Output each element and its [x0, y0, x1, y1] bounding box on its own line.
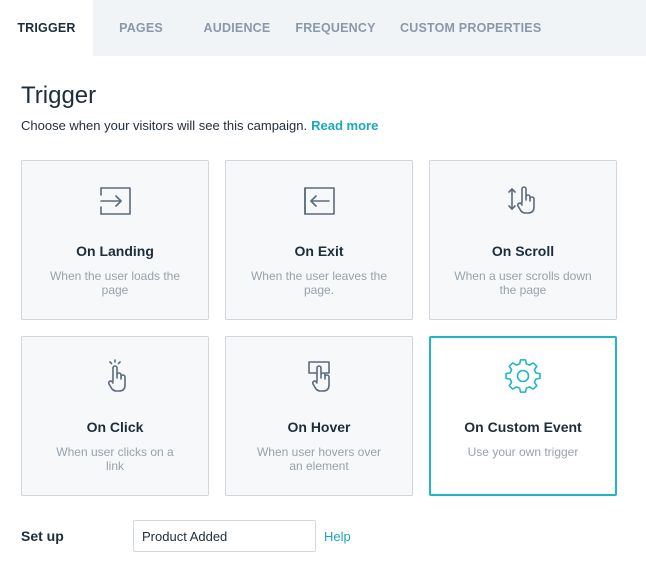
- trigger-card-on-hover[interactable]: On Hover When user hovers over an elemen…: [225, 336, 413, 496]
- trigger-card-on-exit[interactable]: On Exit When the user leaves the page.: [225, 160, 413, 320]
- exit-icon: [226, 183, 412, 219]
- trigger-card-on-scroll[interactable]: On Scroll When a user scrolls down the p…: [429, 160, 617, 320]
- card-title: On Landing: [76, 243, 154, 259]
- tab-frequency[interactable]: FREQUENCY: [285, 0, 386, 56]
- scroll-hand-icon: [430, 183, 616, 219]
- subtitle-text: Choose when your visitors will see this …: [21, 118, 308, 133]
- trigger-card-on-custom-event[interactable]: On Custom Event Use your own trigger: [429, 336, 617, 496]
- setup-label: Set up: [21, 528, 64, 544]
- tab-custom-properties[interactable]: CUSTOM PROPERTIES: [386, 0, 541, 56]
- custom-event-input[interactable]: [133, 520, 316, 552]
- tab-bar: TRIGGER PAGES AUDIENCE FREQUENCY CUSTOM …: [0, 0, 646, 56]
- card-description: When user hovers over an element: [256, 445, 382, 473]
- tab-pages[interactable]: PAGES: [93, 0, 189, 56]
- card-description: When a user scrolls down the page: [454, 269, 592, 297]
- click-hand-icon: [22, 359, 208, 395]
- trigger-card-on-landing[interactable]: On Landing When the user loads the page: [21, 160, 209, 320]
- card-title: On Exit: [294, 243, 344, 259]
- card-title: On Scroll: [491, 243, 555, 259]
- enter-icon: [22, 183, 208, 219]
- card-description: Use your own trigger: [467, 445, 579, 459]
- card-description: When the user loads the page: [49, 269, 181, 297]
- help-link[interactable]: Help: [324, 529, 351, 544]
- tab-audience[interactable]: AUDIENCE: [189, 0, 285, 56]
- card-description: When the user leaves the page.: [250, 269, 388, 297]
- read-more-link[interactable]: Read more: [311, 118, 378, 133]
- page-subtitle: Choose when your visitors will see this …: [21, 118, 378, 133]
- card-title: On Click: [86, 419, 144, 435]
- trigger-card-on-click[interactable]: On Click When user clicks on a link: [21, 336, 209, 496]
- hover-hand-icon: [226, 359, 412, 395]
- card-title: On Hover: [287, 419, 351, 435]
- card-description: When user clicks on a link: [56, 445, 174, 473]
- tab-trigger[interactable]: TRIGGER: [0, 0, 93, 56]
- gear-icon: [431, 359, 615, 395]
- card-title: On Custom Event: [464, 419, 582, 435]
- page-title: Trigger: [21, 82, 97, 109]
